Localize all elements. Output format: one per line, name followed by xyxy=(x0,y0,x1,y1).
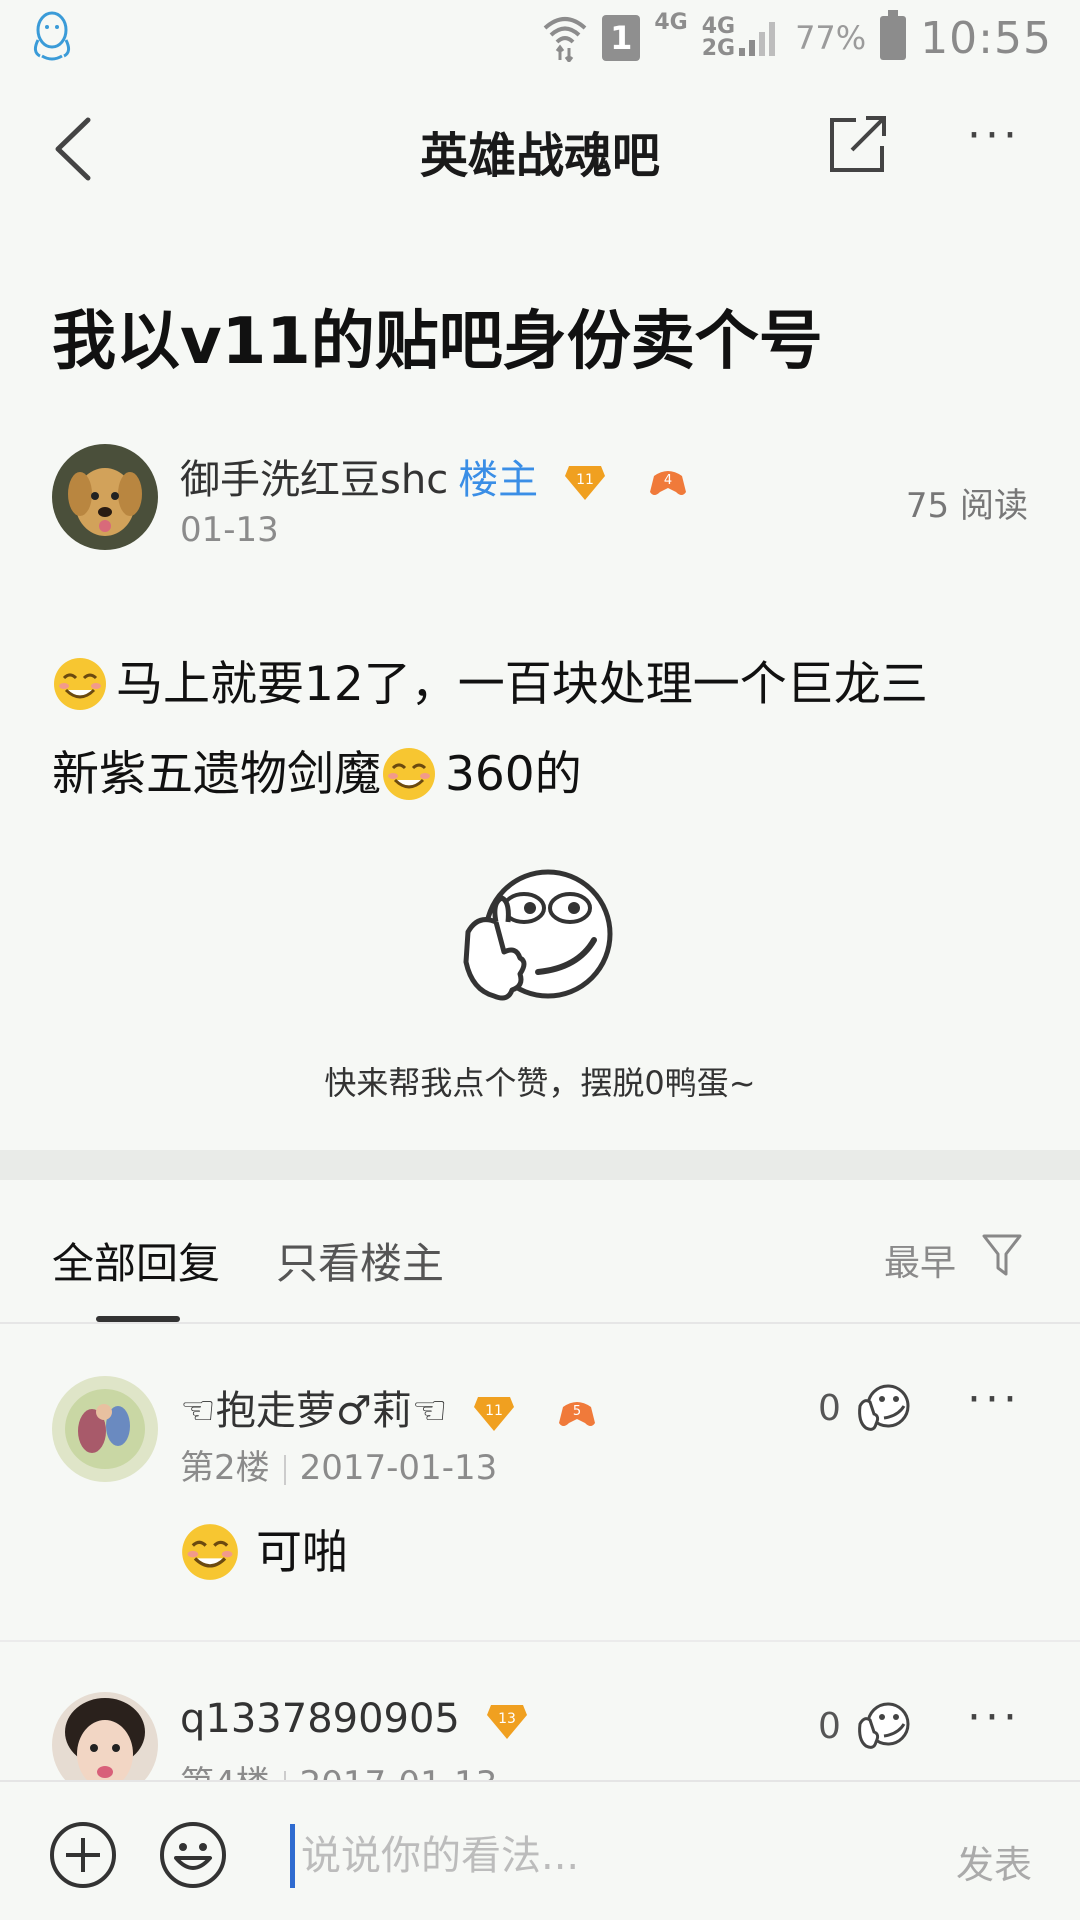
meta-separator xyxy=(283,1454,286,1485)
nav-bar: 英雄战魂吧 ··· xyxy=(0,76,1080,226)
add-attachment-icon[interactable] xyxy=(48,1820,118,1890)
share-icon[interactable] xyxy=(826,112,890,176)
post-date: 01-13 xyxy=(180,510,279,550)
reply-like-count: 0 xyxy=(818,1706,841,1747)
op-tag: 楼主 xyxy=(458,457,539,503)
svg-text:11: 11 xyxy=(485,1403,503,1419)
reply-tabs: 全部回复 只看楼主 最早 xyxy=(0,1180,1080,1324)
like-hint-text: 快来帮我点个赞，摆脱0鸭蛋~ xyxy=(324,1064,756,1102)
battery-percent: 77% xyxy=(795,19,867,57)
status-bar: 1 4G 4G 2G 77% 10:55 xyxy=(0,0,1080,76)
author-name-row: 御手洗红豆shc 楼主 11 4 xyxy=(180,447,690,505)
thumbs-up-face-icon[interactable] xyxy=(856,1700,912,1752)
comment-input[interactable] xyxy=(290,1824,890,1888)
wifi-icon xyxy=(543,17,587,62)
content-line-1: 马上就要12了，一百块处理一个巨龙三 xyxy=(52,640,1032,730)
tab-op-only[interactable]: 只看楼主 xyxy=(276,1230,444,1291)
signal-icon xyxy=(739,22,776,56)
thumbs-up-face-icon[interactable] xyxy=(458,862,618,1012)
content-text-1: 马上就要12了，一百块处理一个巨龙三 xyxy=(116,657,928,712)
more-menu-icon[interactable]: ··· xyxy=(962,114,1026,166)
reply-meta: 第2楼 2017-01-13 xyxy=(180,1440,497,1489)
reply-more-icon[interactable]: ··· xyxy=(962,1378,1026,1422)
reply-avatar[interactable] xyxy=(52,1376,158,1482)
level-badge-icon: 11 xyxy=(564,466,605,500)
smile-emoji-icon xyxy=(54,657,106,710)
svg-text:4: 4 xyxy=(663,473,671,488)
clock: 10:55 xyxy=(920,12,1052,64)
level-badge-icon: 13 xyxy=(486,1705,527,1739)
filter-icon[interactable] xyxy=(980,1230,1024,1280)
reply-date: 2017-01-13 xyxy=(299,1448,498,1488)
tab-indicator xyxy=(96,1316,180,1322)
network-type-secondary: 4G 2G xyxy=(701,14,736,61)
section-divider xyxy=(0,1150,1080,1180)
reply-content-text: 可啪 xyxy=(256,1525,348,1579)
content-line-2: 新紫五遗物剑魔 360的 xyxy=(52,730,1032,820)
reply-more-icon[interactable]: ··· xyxy=(962,1696,1026,1740)
forum-title: 英雄战魂吧 xyxy=(419,128,660,184)
qq-icon xyxy=(33,11,71,61)
author-avatar[interactable] xyxy=(52,444,158,550)
comment-bar: 发表 xyxy=(0,1780,1080,1920)
sim-slot-icon: 1 xyxy=(602,15,641,61)
reply-author-name[interactable]: q1337890905 xyxy=(180,1696,460,1742)
game-badge-icon: 5 xyxy=(559,1402,596,1426)
smile-emoji-icon xyxy=(182,1523,238,1580)
author-name[interactable]: 御手洗红豆shc xyxy=(180,457,448,503)
thumbs-up-face-icon[interactable] xyxy=(856,1382,912,1434)
tab-all-replies[interactable]: 全部回复 xyxy=(52,1230,220,1291)
send-button[interactable]: 发表 xyxy=(956,1834,1032,1889)
sort-order-button[interactable]: 最早 xyxy=(884,1234,956,1286)
svg-text:5: 5 xyxy=(573,1404,581,1419)
reply-author-row: q1337890905 13 xyxy=(180,1696,529,1742)
reply-floor: 第2楼 xyxy=(180,1448,270,1488)
reply-author-name[interactable]: ☜抱走萝♂莉☜ xyxy=(180,1388,448,1434)
battery-icon xyxy=(880,10,907,60)
reply-content: 可啪 xyxy=(180,1516,348,1590)
reply-author-row: ☜抱走萝♂莉☜ 11 5 xyxy=(180,1378,599,1436)
post-content: 马上就要12了，一百块处理一个巨龙三 新紫五遗物剑魔 360的 xyxy=(52,640,1032,820)
svg-text:13: 13 xyxy=(498,1711,516,1727)
network-type-primary: 4G xyxy=(654,10,688,35)
smile-emoji-icon xyxy=(383,747,435,800)
game-badge-icon: 4 xyxy=(649,471,686,495)
post-title: 我以v11的贴吧身份卖个号 xyxy=(52,305,823,379)
emoji-picker-icon[interactable] xyxy=(158,1820,228,1890)
level-badge-icon: 11 xyxy=(474,1397,515,1431)
reply-divider xyxy=(0,1640,1080,1642)
content-text-2b: 360的 xyxy=(445,747,582,802)
svg-text:11: 11 xyxy=(576,472,594,488)
content-text-2a: 新紫五遗物剑魔 xyxy=(52,747,381,802)
reply-like-count: 0 xyxy=(818,1388,841,1429)
read-count: 75 阅读 xyxy=(905,486,1028,526)
